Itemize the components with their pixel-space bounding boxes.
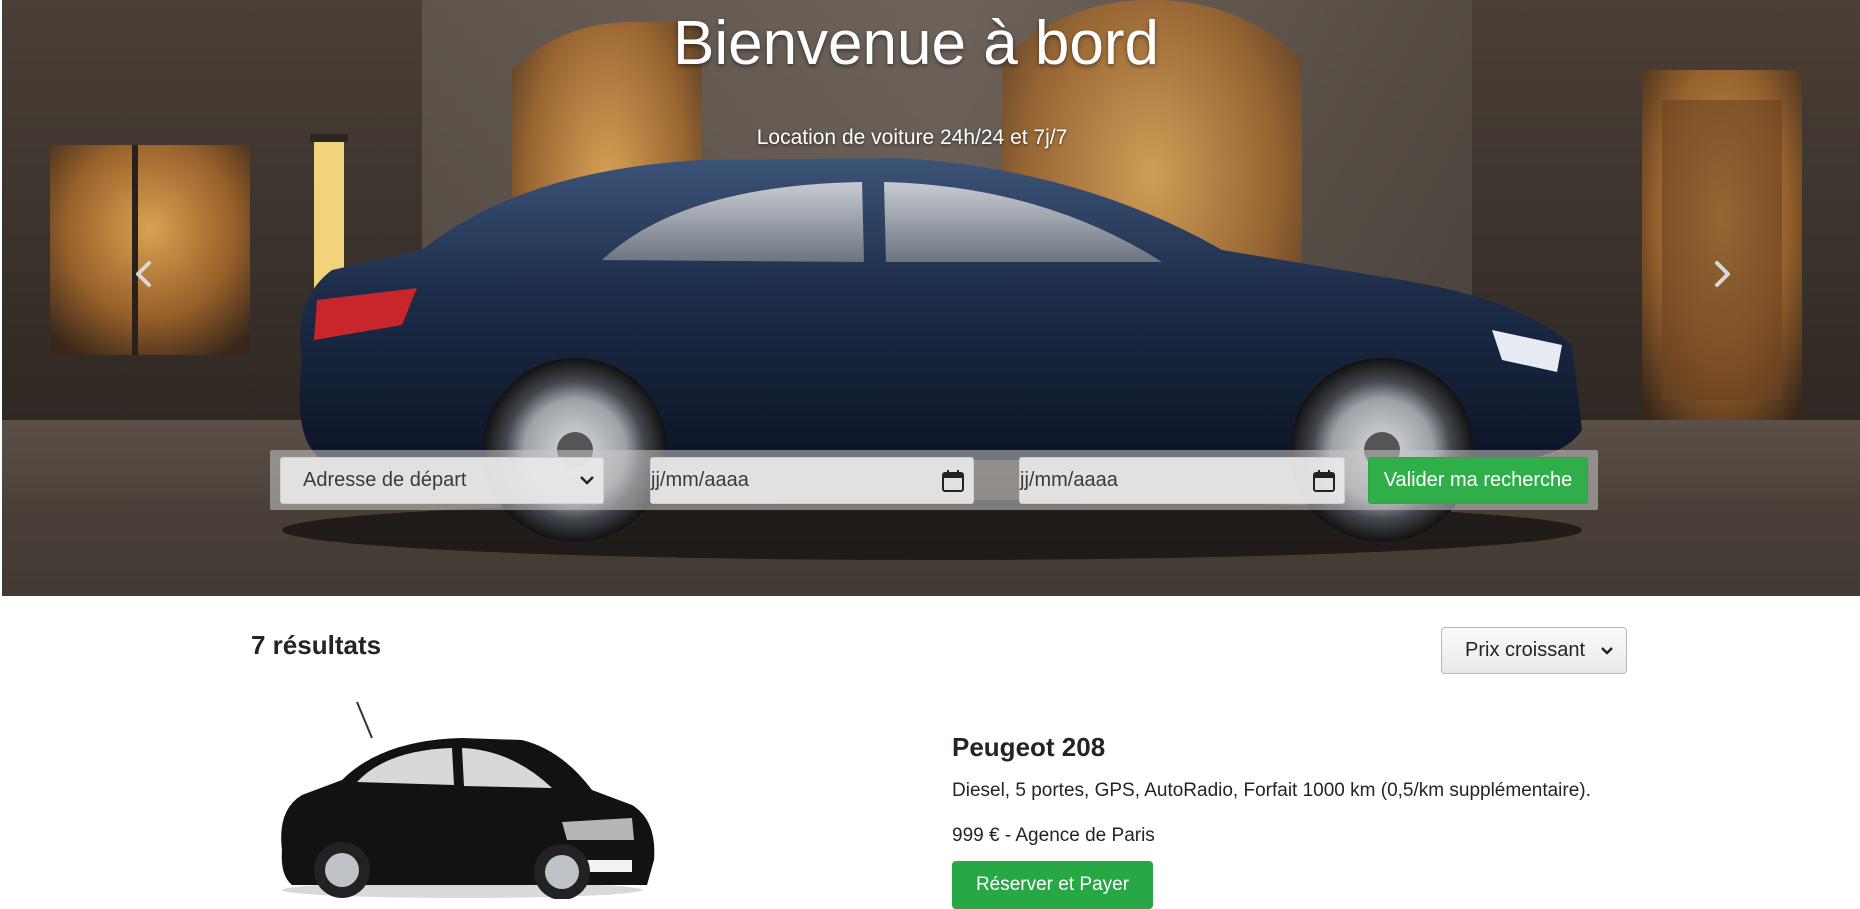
car-name: Peugeot 208 [952,732,1106,762]
book-and-pay-button[interactable]: Réserver et Payer [952,861,1153,909]
carousel-next-button[interactable] [1708,256,1738,292]
chevron-right-icon [1715,261,1730,287]
end-date-input[interactable]: jj/mm/aaaa [1019,457,1345,504]
departure-address-select[interactable]: Adresse de départ [280,457,604,504]
chevron-left-icon [136,261,151,287]
start-date-placeholder: jj/mm/aaaa [651,469,749,491]
start-date-input[interactable]: jj/mm/aaaa [650,457,974,504]
results-count: 7 résultats [251,630,382,660]
hero-carousel: Bienvenue à bord Location de voiture 24h… [2,0,1860,596]
chevron-down-icon [1601,647,1613,655]
departure-address-value: Adresse de départ [303,469,467,491]
calendar-icon[interactable] [1312,469,1336,493]
calendar-icon[interactable] [941,469,965,493]
car-image [281,701,655,899]
hero-subtitle: Location de voiture 24h/24 et 7j/7 [756,126,1068,149]
car-price: 999 € - Agence de Paris [952,825,1155,846]
end-date-placeholder: jj/mm/aaaa [1020,469,1118,491]
sort-select[interactable]: Prix croissant [1441,627,1627,674]
carousel-prev-button[interactable] [128,256,158,292]
car-description: Diesel, 5 portes, GPS, AutoRadio, Forfai… [952,780,1591,801]
chevron-down-icon [580,476,594,485]
search-bar: Adresse de départ jj/mm/aaaa jj/mm/aaaa [270,450,1598,510]
sort-select-value: Prix croissant [1465,639,1586,661]
search-submit-button[interactable]: Valider ma recherche [1368,457,1588,504]
hero-title: Bienvenue à bord [672,9,1160,78]
